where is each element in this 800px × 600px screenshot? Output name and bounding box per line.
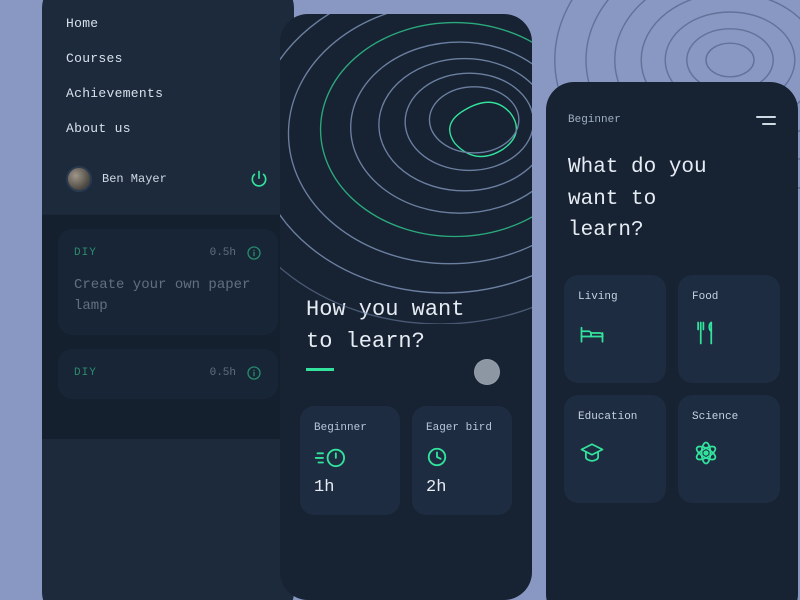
category-card-science[interactable]: Science [678,395,780,503]
title-line: What do you [568,156,707,179]
level-label: Beginner [568,114,621,126]
category-card-food[interactable]: Food [678,275,780,383]
user-name: Ben Mayer [102,172,238,186]
plan-label: Beginner [314,422,386,434]
nav-item-achievements[interactable]: Achievements [66,86,270,101]
title-line: to learn? [306,329,425,354]
plan-time: 2h [426,478,498,497]
category-label: Living [578,291,652,303]
category-label: Science [692,411,766,423]
category-card-education[interactable]: Education [564,395,666,503]
category-card-living[interactable]: Living [564,275,666,383]
accent-underline [306,368,334,371]
speed-clock-icon [314,446,386,468]
course-duration: 0.5h [210,367,236,379]
course-duration: 0.5h [210,247,236,259]
info-icon[interactable] [246,245,262,261]
what-learn-title: What do you want to learn? [546,134,798,247]
title-line: want to [568,188,656,211]
nav-menu: Home Courses Achievements About us [42,0,294,148]
phone-menu: Home Courses Achievements About us Ben M… [42,0,294,600]
nav-item-courses[interactable]: Courses [66,51,270,66]
clock-icon [426,446,498,468]
nav-item-about[interactable]: About us [66,121,270,136]
menu-icon[interactable] [756,116,776,125]
avatar[interactable] [66,166,92,192]
category-grid: Living Food Education Science [546,247,798,503]
course-tag: DIY [74,247,97,259]
plan-card-eager[interactable]: Eager bird 2h [412,406,512,515]
bed-icon [578,319,606,347]
nav-item-home[interactable]: Home [66,16,270,31]
course-card[interactable]: DIY 0.5h [58,349,278,399]
plan-card-beginner[interactable]: Beginner 1h [300,406,400,515]
info-icon[interactable] [246,365,262,381]
category-label: Education [578,411,652,423]
graduation-icon [578,439,606,467]
category-label: Food [692,291,766,303]
cutlery-icon [692,319,720,347]
contour-art [280,14,532,294]
title-line: learn? [568,219,644,242]
plan-label: Eager bird [426,422,498,434]
power-icon[interactable] [248,168,270,190]
phone-how-learn: How you wantto learn? Beginner 1h [280,14,532,600]
plan-time: 1h [314,478,386,497]
courses-list-dimmed: DIY 0.5h Create your own paper lamp DIY … [42,214,294,439]
atom-icon [692,439,720,467]
course-title: Create your own paper lamp [74,275,254,317]
course-tag: DIY [74,367,97,379]
plan-row: Beginner 1h Eager bird [280,376,532,515]
user-row: Ben Mayer [42,148,294,214]
slider-knob[interactable] [474,359,500,385]
course-card[interactable]: DIY 0.5h Create your own paper lamp [58,229,278,335]
phone-what-learn: Beginner What do you want to learn? Livi… [546,82,798,600]
